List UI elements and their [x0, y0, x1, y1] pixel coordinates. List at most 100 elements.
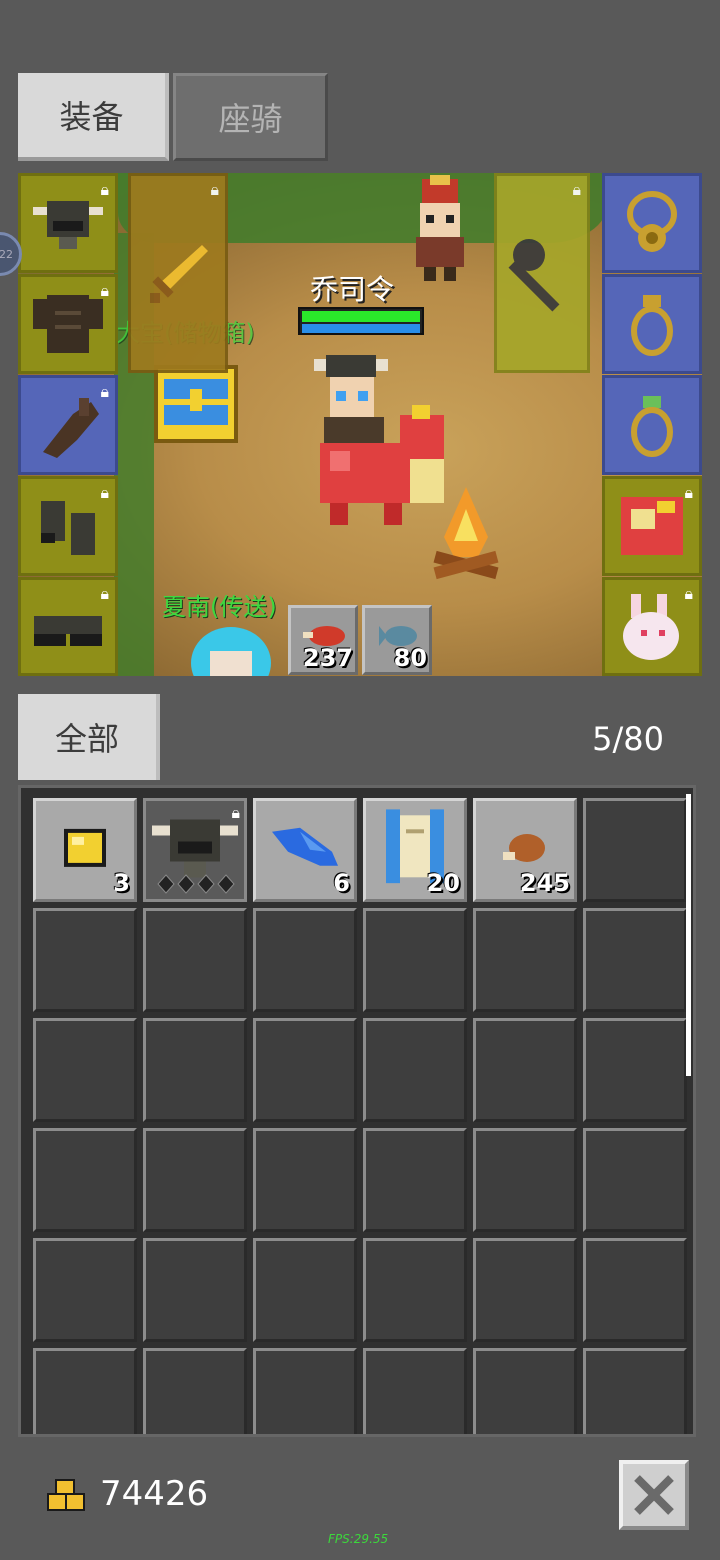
equip-slot-gloves[interactable]: 🔒︎	[18, 375, 118, 475]
inventory-slot-empty[interactable]	[583, 908, 687, 1012]
equip-slot-pet[interactable]: 🔒︎	[602, 577, 702, 676]
close-button[interactable]	[619, 1460, 689, 1530]
inventory-grid[interactable]: 3 🔒︎ 6 20 245	[18, 785, 696, 1437]
hp-bar-fill	[302, 311, 420, 322]
equipment-scene: 大宝(储物箱) 夏南(传送) 乔司令 🔒︎ 🔒︎ 🔒︎ 🔒︎ 🔒︎ 🔒︎ 🔒︎	[18, 173, 702, 676]
consumable-slot-1[interactable]: 237	[288, 605, 358, 675]
inventory-slot-empty[interactable]	[33, 1348, 137, 1434]
inventory-slot-empty[interactable]	[33, 1128, 137, 1232]
inventory-slot-empty[interactable]	[473, 1348, 577, 1434]
filter-tab-all[interactable]: 全部	[18, 694, 160, 780]
npc-sprite	[191, 627, 271, 676]
equip-slot-ring-1[interactable]	[602, 274, 702, 374]
consumable-slot-2[interactable]: 80	[362, 605, 432, 675]
inventory-slot-empty[interactable]	[583, 798, 687, 902]
inventory-slot-empty[interactable]	[253, 1238, 357, 1342]
inventory-slot-empty[interactable]	[473, 1238, 577, 1342]
equip-slot-necklace[interactable]	[602, 173, 702, 273]
lock-icon: 🔒︎	[210, 180, 219, 199]
club-icon	[508, 239, 560, 312]
inventory-slot-empty[interactable]	[363, 908, 467, 1012]
tab-equipment[interactable]: 装备	[18, 73, 169, 161]
gold-coins-icon	[47, 1479, 85, 1511]
inventory-slot[interactable]: 🔒︎	[143, 798, 247, 902]
campfire-icon	[433, 487, 499, 580]
equip-slot-offhand[interactable]: 🔒︎	[494, 173, 590, 373]
inventory-slot-empty[interactable]	[143, 908, 247, 1012]
inventory-slot-empty[interactable]	[33, 1018, 137, 1122]
inventory-slot-empty[interactable]	[33, 1238, 137, 1342]
equip-slot-pants[interactable]: 🔒︎	[18, 476, 118, 576]
inventory-slot[interactable]: 6	[253, 798, 357, 902]
equip-slot-mount[interactable]: 🔒︎	[602, 476, 702, 576]
equip-slot-weapon[interactable]: 🔒︎	[128, 173, 228, 373]
inventory-slot-empty[interactable]	[33, 908, 137, 1012]
inventory-slot-empty[interactable]	[143, 1128, 247, 1232]
inventory-slot-empty[interactable]	[363, 1238, 467, 1342]
lock-icon: 🔒︎	[100, 584, 109, 603]
inventory-slot[interactable]: 3	[33, 798, 137, 902]
equip-slot-helmet[interactable]: 🔒︎	[18, 173, 118, 273]
inventory-slot-empty[interactable]	[143, 1238, 247, 1342]
item-count: 245	[519, 869, 570, 897]
inventory-slot-empty[interactable]	[583, 1348, 687, 1434]
inventory-slot-empty[interactable]	[363, 1348, 467, 1434]
player-name: 乔司令	[310, 273, 395, 306]
lock-icon: 🔒︎	[100, 180, 109, 199]
item-count: 6	[333, 869, 350, 897]
meat-icon	[503, 834, 545, 862]
inventory-slot-empty[interactable]	[253, 1018, 357, 1122]
sword-icon	[150, 245, 208, 303]
inventory-slot-empty[interactable]	[583, 1128, 687, 1232]
lock-icon: 🔒︎	[100, 382, 109, 401]
lock-icon: 🔒︎	[231, 803, 240, 822]
npc-sprite	[416, 175, 464, 281]
gold-nugget-icon	[64, 828, 106, 867]
rarity-diamonds-icon	[157, 874, 235, 894]
inventory-slot-empty[interactable]	[363, 1128, 467, 1232]
necklace-icon	[627, 191, 677, 252]
consumable-count: 237	[302, 644, 353, 672]
gold-amount: 74426	[100, 1474, 209, 1514]
consumable-count: 80	[393, 644, 427, 672]
equip-slot-ring-2[interactable]	[602, 375, 702, 475]
inventory-scrollbar[interactable]	[686, 794, 691, 1076]
lock-icon: 🔒︎	[684, 483, 693, 502]
item-count: 3	[113, 869, 130, 897]
lock-icon: 🔒︎	[572, 180, 581, 199]
inventory-slot[interactable]: 245	[473, 798, 577, 902]
helmet-icon	[33, 201, 103, 249]
inventory-slot-empty[interactable]	[583, 1238, 687, 1342]
helmet-icon	[152, 819, 238, 878]
inventory-slot-empty[interactable]	[143, 1018, 247, 1122]
dragon-mount-icon	[621, 497, 683, 555]
close-icon	[634, 1475, 674, 1515]
gloves-icon	[43, 398, 99, 458]
inventory-slot-empty[interactable]	[473, 1018, 577, 1122]
inventory-slot-empty[interactable]	[473, 908, 577, 1012]
feather-icon	[272, 827, 338, 866]
inventory-slot-empty[interactable]	[583, 1018, 687, 1122]
inventory-slot-empty[interactable]	[253, 1348, 357, 1434]
fps-counter: FPS:29.55	[328, 1532, 389, 1546]
tab-mount[interactable]: 座骑	[173, 73, 328, 161]
ring-icon	[631, 295, 673, 356]
inventory-slot[interactable]: 20	[363, 798, 467, 902]
lock-icon: 🔒︎	[100, 281, 109, 300]
armor-icon	[33, 295, 103, 353]
lock-icon: 🔒︎	[100, 483, 109, 502]
inventory-slot-empty[interactable]	[473, 1128, 577, 1232]
inventory-slot-empty[interactable]	[363, 1018, 467, 1122]
equip-slot-boots[interactable]: 🔒︎	[18, 577, 118, 676]
treasure-chest-icon[interactable]	[154, 365, 238, 443]
mp-bar-fill	[302, 324, 420, 333]
inventory-capacity: 5/80	[592, 720, 664, 758]
inventory-slot-empty[interactable]	[253, 1128, 357, 1232]
inventory-slot-empty[interactable]	[143, 1348, 247, 1434]
item-count: 20	[426, 869, 460, 897]
inventory-slot-empty[interactable]	[253, 908, 357, 1012]
pants-icon	[41, 501, 95, 555]
rabbit-pet-icon	[623, 593, 679, 660]
lock-icon: 🔒︎	[684, 584, 693, 603]
equip-slot-armor[interactable]: 🔒︎	[18, 274, 118, 374]
